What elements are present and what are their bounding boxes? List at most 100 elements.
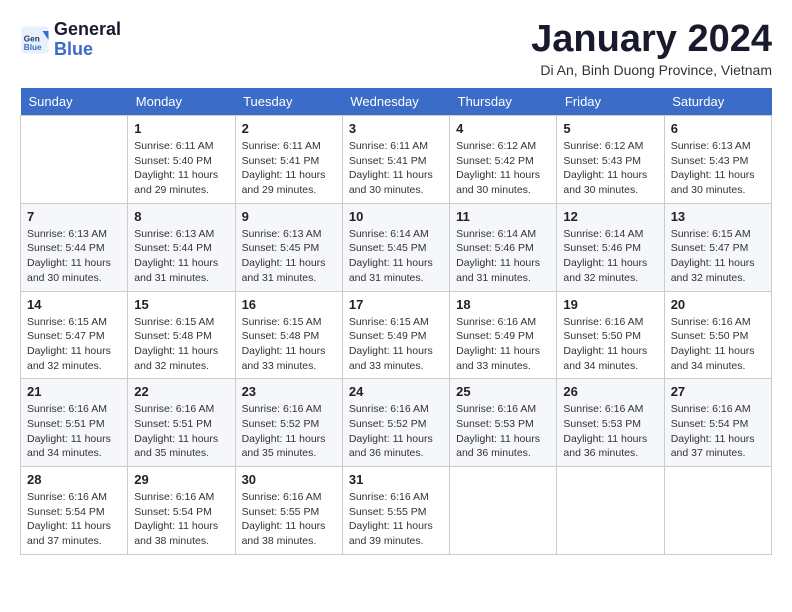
day-number: 9 bbox=[242, 209, 336, 224]
logo-icon: Gen Blue bbox=[20, 25, 50, 55]
day-info: Sunrise: 6:16 AM Sunset: 5:54 PM Dayligh… bbox=[27, 490, 121, 549]
calendar-cell bbox=[21, 116, 128, 204]
logo: Gen Blue General Blue bbox=[20, 20, 121, 60]
day-info: Sunrise: 6:12 AM Sunset: 5:42 PM Dayligh… bbox=[456, 139, 550, 198]
calendar-cell: 17 Sunrise: 6:15 AM Sunset: 5:49 PM Dayli… bbox=[342, 291, 449, 379]
day-info: Sunrise: 6:13 AM Sunset: 5:43 PM Dayligh… bbox=[671, 139, 765, 198]
day-info: Sunrise: 6:15 AM Sunset: 5:47 PM Dayligh… bbox=[671, 227, 765, 286]
calendar-cell: 8 Sunrise: 6:13 AM Sunset: 5:44 PM Daylig… bbox=[128, 203, 235, 291]
calendar-week-1: 1 Sunrise: 6:11 AM Sunset: 5:40 PM Daylig… bbox=[21, 116, 772, 204]
day-number: 25 bbox=[456, 384, 550, 399]
day-number: 21 bbox=[27, 384, 121, 399]
calendar-cell: 26Sunrise: 6:16 AM Sunset: 5:53 PM Dayli… bbox=[557, 379, 664, 467]
calendar-week-4: 21 Sunrise: 6:16 AM Sunset: 5:51 PM Dayli… bbox=[21, 379, 772, 467]
weekday-header-wednesday: Wednesday bbox=[342, 88, 449, 116]
calendar-table: SundayMondayTuesdayWednesdayThursdayFrid… bbox=[20, 88, 772, 555]
day-number: 18 bbox=[456, 297, 550, 312]
calendar-header-row: SundayMondayTuesdayWednesdayThursdayFrid… bbox=[21, 88, 772, 116]
day-number: 17 bbox=[349, 297, 443, 312]
calendar-cell: 19 Sunrise: 6:16 AM Sunset: 5:50 PM Dayli… bbox=[557, 291, 664, 379]
day-number: 5 bbox=[563, 121, 657, 136]
calendar-cell: 30 Sunrise: 6:16 AM Sunset: 5:55 PM Dayli… bbox=[235, 467, 342, 555]
day-info: Sunrise: 6:15 AM Sunset: 5:49 PM Dayligh… bbox=[349, 315, 443, 374]
weekday-header-saturday: Saturday bbox=[664, 88, 771, 116]
day-info: Sunrise: 6:14 AM Sunset: 5:46 PM Dayligh… bbox=[456, 227, 550, 286]
day-number: 11 bbox=[456, 209, 550, 224]
day-number: 14 bbox=[27, 297, 121, 312]
day-info: Sunrise: 6:16 AM Sunset: 5:54 PM Dayligh… bbox=[671, 402, 765, 461]
calendar-week-3: 14 Sunrise: 6:15 AM Sunset: 5:47 PM Dayli… bbox=[21, 291, 772, 379]
calendar-cell: 12 Sunrise: 6:14 AM Sunset: 5:46 PM Dayli… bbox=[557, 203, 664, 291]
calendar-cell: 15 Sunrise: 6:15 AM Sunset: 5:48 PM Dayli… bbox=[128, 291, 235, 379]
logo-text: General Blue bbox=[54, 20, 121, 60]
calendar-cell: 10 Sunrise: 6:14 AM Sunset: 5:45 PM Dayli… bbox=[342, 203, 449, 291]
calendar-cell: 11 Sunrise: 6:14 AM Sunset: 5:46 PM Dayli… bbox=[450, 203, 557, 291]
weekday-header-thursday: Thursday bbox=[450, 88, 557, 116]
day-info: Sunrise: 6:16 AM Sunset: 5:50 PM Dayligh… bbox=[563, 315, 657, 374]
page-header: Gen Blue General Blue January 2024 Di An… bbox=[20, 20, 772, 78]
calendar-cell: 4Sunrise: 6:12 AM Sunset: 5:42 PM Daylig… bbox=[450, 116, 557, 204]
calendar-cell: 5 Sunrise: 6:12 AM Sunset: 5:43 PM Daylig… bbox=[557, 116, 664, 204]
calendar-cell bbox=[557, 467, 664, 555]
day-info: Sunrise: 6:16 AM Sunset: 5:55 PM Dayligh… bbox=[242, 490, 336, 549]
calendar-cell: 23Sunrise: 6:16 AM Sunset: 5:52 PM Dayli… bbox=[235, 379, 342, 467]
day-info: Sunrise: 6:11 AM Sunset: 5:41 PM Dayligh… bbox=[242, 139, 336, 198]
calendar-cell: 6Sunrise: 6:13 AM Sunset: 5:43 PM Daylig… bbox=[664, 116, 771, 204]
calendar-cell: 18Sunrise: 6:16 AM Sunset: 5:49 PM Dayli… bbox=[450, 291, 557, 379]
calendar-cell: 1 Sunrise: 6:11 AM Sunset: 5:40 PM Daylig… bbox=[128, 116, 235, 204]
weekday-header-friday: Friday bbox=[557, 88, 664, 116]
calendar-cell: 29Sunrise: 6:16 AM Sunset: 5:54 PM Dayli… bbox=[128, 467, 235, 555]
day-info: Sunrise: 6:15 AM Sunset: 5:48 PM Dayligh… bbox=[242, 315, 336, 374]
day-number: 8 bbox=[134, 209, 228, 224]
day-number: 22 bbox=[134, 384, 228, 399]
calendar-cell: 16 Sunrise: 6:15 AM Sunset: 5:48 PM Dayli… bbox=[235, 291, 342, 379]
calendar-cell: 20Sunrise: 6:16 AM Sunset: 5:50 PM Dayli… bbox=[664, 291, 771, 379]
day-number: 15 bbox=[134, 297, 228, 312]
calendar-body: 1 Sunrise: 6:11 AM Sunset: 5:40 PM Daylig… bbox=[21, 116, 772, 555]
day-info: Sunrise: 6:14 AM Sunset: 5:46 PM Dayligh… bbox=[563, 227, 657, 286]
day-info: Sunrise: 6:15 AM Sunset: 5:48 PM Dayligh… bbox=[134, 315, 228, 374]
day-number: 1 bbox=[134, 121, 228, 136]
day-number: 7 bbox=[27, 209, 121, 224]
day-number: 26 bbox=[563, 384, 657, 399]
day-number: 10 bbox=[349, 209, 443, 224]
calendar-cell: 9Sunrise: 6:13 AM Sunset: 5:45 PM Daylig… bbox=[235, 203, 342, 291]
calendar-cell: 7Sunrise: 6:13 AM Sunset: 5:44 PM Daylig… bbox=[21, 203, 128, 291]
day-number: 31 bbox=[349, 472, 443, 487]
day-number: 16 bbox=[242, 297, 336, 312]
calendar-week-2: 7 Sunrise: 6:13 AM Sunset: 5:44 PM Daylig… bbox=[21, 203, 772, 291]
day-number: 30 bbox=[242, 472, 336, 487]
calendar-cell: 3 Sunrise: 6:11 AM Sunset: 5:41 PM Daylig… bbox=[342, 116, 449, 204]
day-info: Sunrise: 6:14 AM Sunset: 5:45 PM Dayligh… bbox=[349, 227, 443, 286]
calendar-week-5: 28 Sunrise: 6:16 AM Sunset: 5:54 PM Dayli… bbox=[21, 467, 772, 555]
day-info: Sunrise: 6:16 AM Sunset: 5:50 PM Dayligh… bbox=[671, 315, 765, 374]
calendar-cell: 22 Sunrise: 6:16 AM Sunset: 5:51 PM Dayli… bbox=[128, 379, 235, 467]
day-info: Sunrise: 6:16 AM Sunset: 5:51 PM Dayligh… bbox=[134, 402, 228, 461]
day-info: Sunrise: 6:13 AM Sunset: 5:44 PM Dayligh… bbox=[134, 227, 228, 286]
day-info: Sunrise: 6:16 AM Sunset: 5:52 PM Dayligh… bbox=[349, 402, 443, 461]
day-number: 28 bbox=[27, 472, 121, 487]
month-title: January 2024 bbox=[531, 20, 772, 58]
calendar-cell bbox=[664, 467, 771, 555]
day-number: 3 bbox=[349, 121, 443, 136]
svg-text:Blue: Blue bbox=[24, 43, 42, 52]
calendar-cell: 21 Sunrise: 6:16 AM Sunset: 5:51 PM Dayli… bbox=[21, 379, 128, 467]
weekday-header-tuesday: Tuesday bbox=[235, 88, 342, 116]
day-number: 2 bbox=[242, 121, 336, 136]
day-number: 27 bbox=[671, 384, 765, 399]
day-number: 23 bbox=[242, 384, 336, 399]
day-info: Sunrise: 6:11 AM Sunset: 5:40 PM Dayligh… bbox=[134, 139, 228, 198]
day-info: Sunrise: 6:15 AM Sunset: 5:47 PM Dayligh… bbox=[27, 315, 121, 374]
calendar-cell: 24 Sunrise: 6:16 AM Sunset: 5:52 PM Dayli… bbox=[342, 379, 449, 467]
location-text: Di An, Binh Duong Province, Vietnam bbox=[531, 62, 772, 78]
calendar-cell: 28 Sunrise: 6:16 AM Sunset: 5:54 PM Dayli… bbox=[21, 467, 128, 555]
calendar-cell: 27 Sunrise: 6:16 AM Sunset: 5:54 PM Dayli… bbox=[664, 379, 771, 467]
day-info: Sunrise: 6:16 AM Sunset: 5:51 PM Dayligh… bbox=[27, 402, 121, 461]
day-number: 13 bbox=[671, 209, 765, 224]
calendar-cell: 31Sunrise: 6:16 AM Sunset: 5:55 PM Dayli… bbox=[342, 467, 449, 555]
day-info: Sunrise: 6:12 AM Sunset: 5:43 PM Dayligh… bbox=[563, 139, 657, 198]
day-number: 12 bbox=[563, 209, 657, 224]
day-number: 19 bbox=[563, 297, 657, 312]
day-number: 24 bbox=[349, 384, 443, 399]
day-info: Sunrise: 6:11 AM Sunset: 5:41 PM Dayligh… bbox=[349, 139, 443, 198]
